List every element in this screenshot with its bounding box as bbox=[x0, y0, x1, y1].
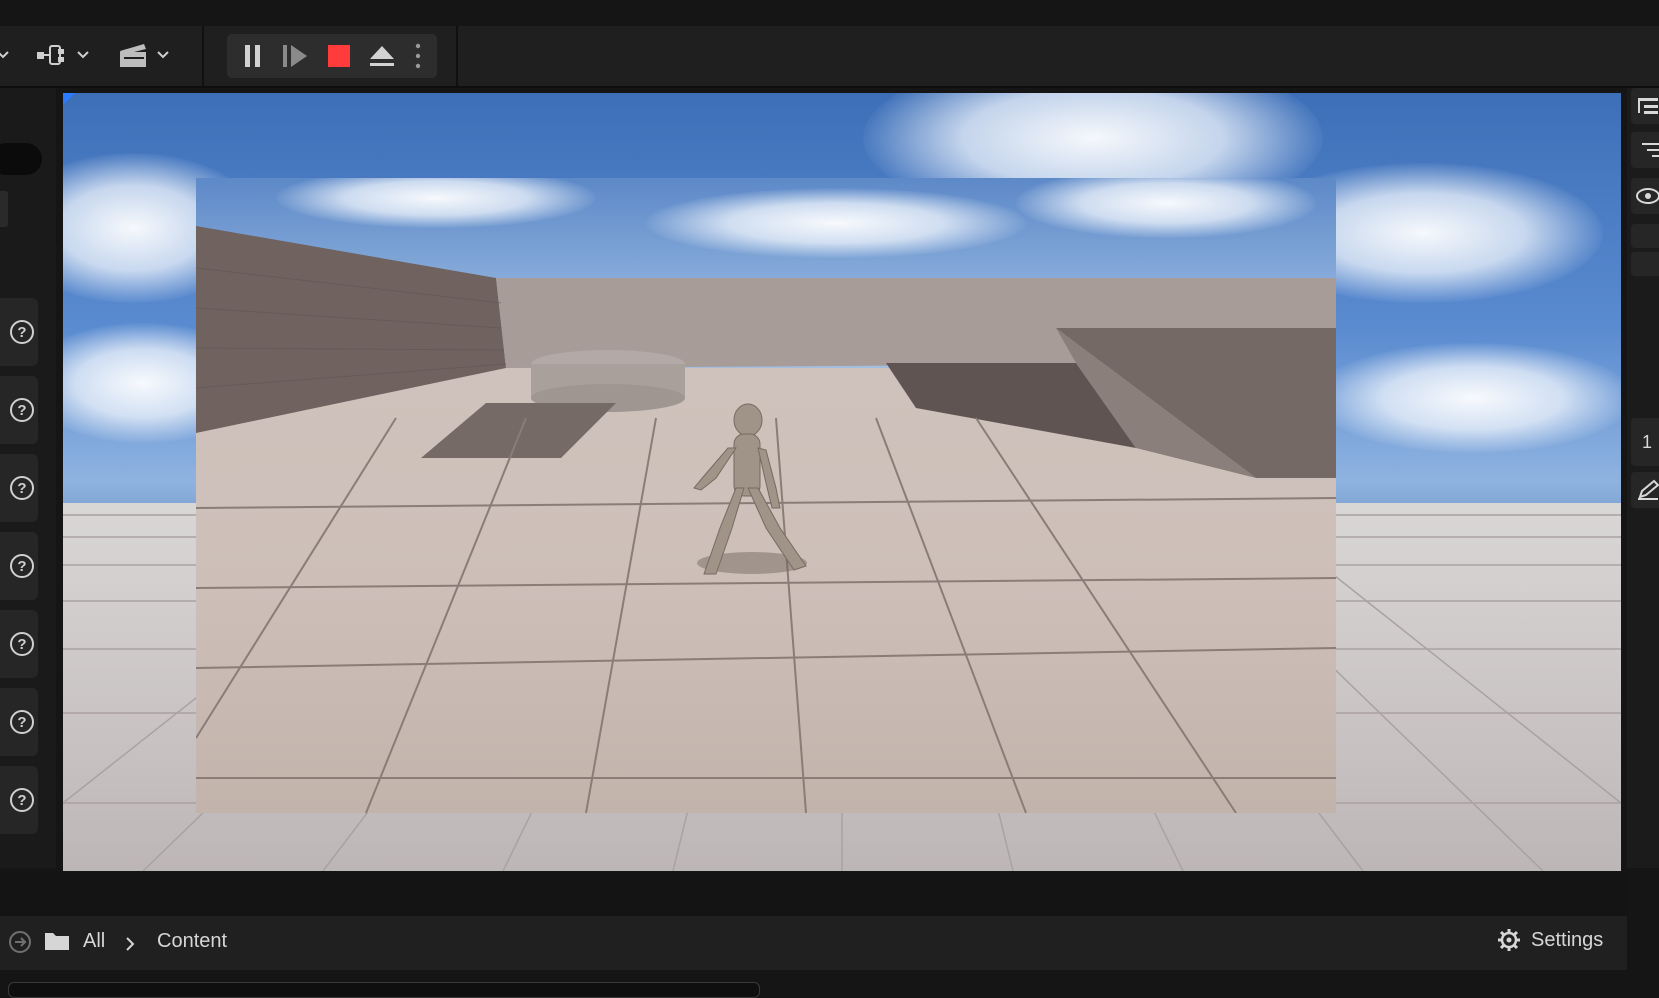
blueprint-button[interactable] bbox=[36, 40, 90, 70]
help-icon: ? bbox=[10, 632, 34, 656]
outliner-row[interactable] bbox=[1631, 224, 1659, 248]
stop-icon bbox=[328, 45, 350, 67]
help-icon: ? bbox=[10, 788, 34, 812]
more-icon bbox=[415, 43, 421, 69]
help-button[interactable]: ? bbox=[0, 298, 38, 366]
viewport-corner-marker bbox=[63, 93, 75, 105]
content-search-input[interactable] bbox=[8, 982, 760, 998]
left-panel-tab[interactable] bbox=[0, 191, 8, 227]
gear-icon bbox=[1498, 929, 1520, 951]
toolbar-divider bbox=[202, 26, 204, 86]
stop-button[interactable] bbox=[319, 34, 359, 78]
edit-button[interactable] bbox=[1631, 472, 1659, 508]
cinematics-icon bbox=[120, 44, 146, 67]
mode-dropdown-chevron[interactable] bbox=[0, 40, 10, 70]
level-viewport[interactable] bbox=[63, 93, 1621, 871]
chevron-down-icon bbox=[77, 51, 89, 59]
right-panel: 1 bbox=[1627, 88, 1659, 868]
help-button[interactable]: ? bbox=[0, 766, 38, 834]
help-icon: ? bbox=[10, 398, 34, 422]
help-button[interactable]: ? bbox=[0, 532, 38, 600]
filter-icon bbox=[1642, 143, 1659, 157]
folder-button[interactable] bbox=[44, 930, 70, 957]
main-toolbar bbox=[0, 26, 1659, 88]
panel-gap bbox=[0, 872, 1627, 916]
help-button[interactable]: ? bbox=[0, 688, 38, 756]
left-search-field[interactable] bbox=[0, 143, 42, 175]
breadcrumb-content[interactable]: Content bbox=[157, 930, 227, 953]
pause-icon bbox=[245, 45, 260, 67]
help-icon: ? bbox=[10, 710, 34, 734]
history-icon bbox=[9, 931, 31, 953]
blueprint-icon bbox=[37, 45, 64, 65]
breadcrumb-all[interactable]: All bbox=[83, 930, 105, 953]
step-icon bbox=[283, 45, 307, 67]
details-row[interactable]: 1 bbox=[1631, 418, 1659, 466]
help-icon: ? bbox=[10, 476, 34, 500]
settings-label: Settings bbox=[1531, 928, 1604, 951]
pencil-icon bbox=[1638, 479, 1659, 500]
content-browser-bar: All Content Settings bbox=[0, 916, 1627, 970]
pause-button[interactable] bbox=[235, 34, 271, 78]
history-button[interactable] bbox=[8, 930, 32, 959]
cinematics-button[interactable] bbox=[118, 40, 170, 70]
eject-icon bbox=[370, 46, 394, 66]
visibility-button[interactable] bbox=[1631, 178, 1659, 214]
help-button[interactable]: ? bbox=[0, 376, 38, 444]
eject-button[interactable] bbox=[361, 34, 403, 78]
chevron-down-icon bbox=[157, 51, 169, 59]
play-controls bbox=[227, 34, 437, 78]
game-scene bbox=[196, 226, 1336, 813]
title-strip bbox=[0, 0, 1659, 26]
eye-icon bbox=[1636, 188, 1659, 204]
folder-icon bbox=[45, 933, 69, 950]
help-button[interactable]: ? bbox=[0, 610, 38, 678]
help-icon: ? bbox=[10, 320, 34, 344]
cloud bbox=[1313, 343, 1621, 453]
chevron-right-icon bbox=[126, 937, 135, 951]
settings-button[interactable]: Settings bbox=[1497, 928, 1603, 952]
outliner-row[interactable] bbox=[1631, 252, 1659, 276]
help-icon: ? bbox=[10, 554, 34, 578]
help-button[interactable]: ? bbox=[0, 454, 38, 522]
toolbar-divider bbox=[456, 26, 458, 86]
game-preview bbox=[196, 178, 1336, 813]
step-frame-button[interactable] bbox=[275, 34, 315, 78]
outliner-icon bbox=[1638, 98, 1658, 114]
chevron-down-icon bbox=[0, 51, 9, 59]
left-panel: ? ? ? ? ? ? ? bbox=[0, 88, 56, 868]
filter-button[interactable] bbox=[1631, 132, 1659, 168]
outliner-button[interactable] bbox=[1631, 88, 1659, 124]
play-options-button[interactable] bbox=[405, 34, 431, 78]
details-row-label: 1 bbox=[1641, 431, 1652, 452]
